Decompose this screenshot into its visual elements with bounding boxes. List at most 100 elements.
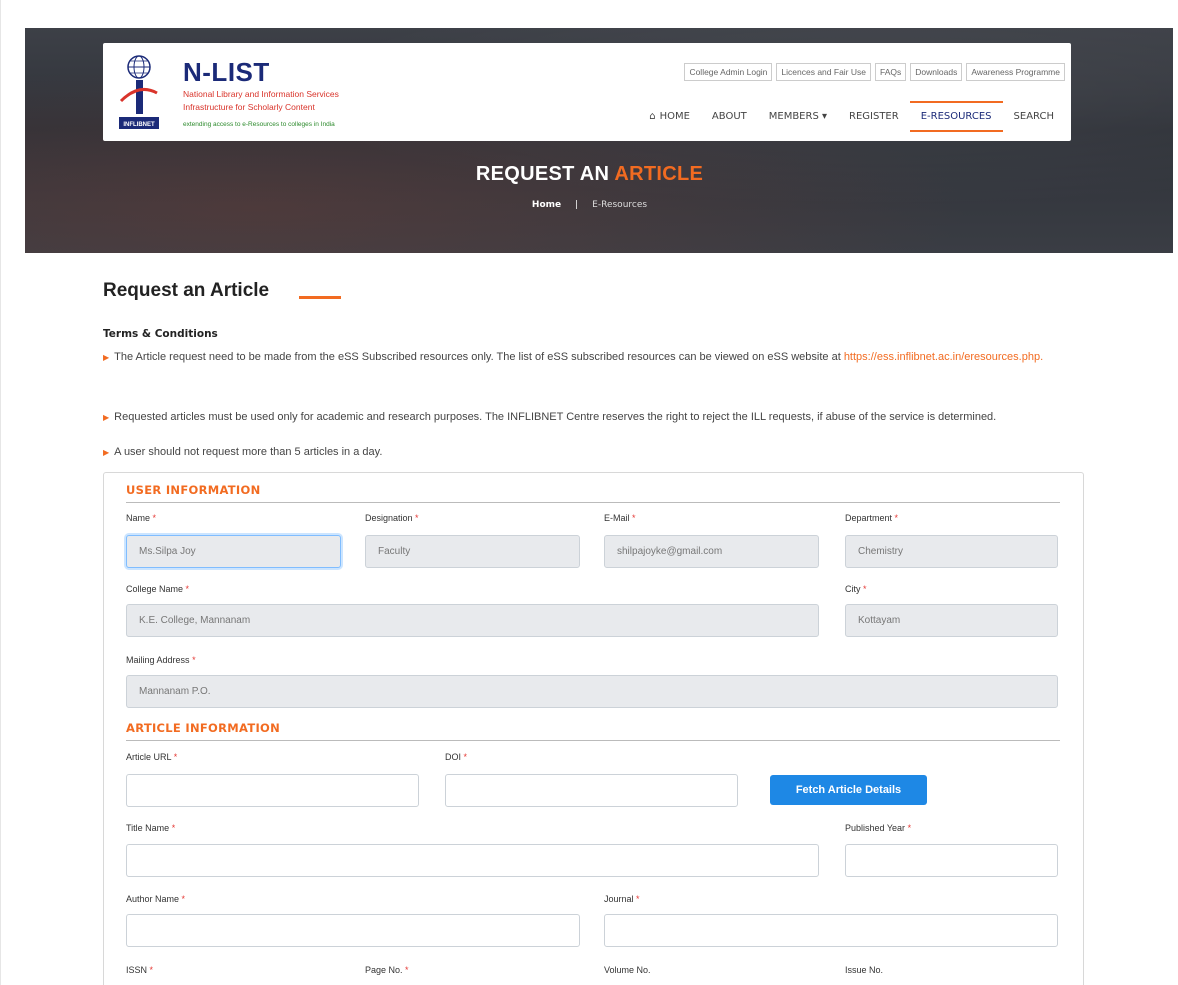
top-links: College Admin Login Licences and Fair Us… <box>684 63 1065 81</box>
section-divider <box>126 740 1060 741</box>
author-label-text: Author Name <box>126 894 180 904</box>
doi-input[interactable] <box>445 774 738 807</box>
required-mark: * <box>181 894 186 904</box>
term-text: Requested articles must be used only for… <box>114 411 997 423</box>
logo-title[interactable]: N-LIST <box>183 57 270 88</box>
designation-label: Designation * <box>365 513 419 523</box>
term-text: The Article request need to be made from… <box>114 351 844 363</box>
logo-subtitle-1: National Library and Information Service… <box>183 89 339 99</box>
volume-label: Volume No. <box>604 965 651 975</box>
request-form: USER INFORMATION Name * Designation * E-… <box>103 472 1084 985</box>
hero-title: REQUEST AN ARTICLE <box>1 163 1178 186</box>
nav-search[interactable]: SEARCH <box>1003 103 1065 130</box>
name-field[interactable]: Ms.Silpa Joy <box>126 535 341 568</box>
awareness-programme-link[interactable]: Awareness Programme <box>966 63 1065 81</box>
required-mark: * <box>894 513 899 523</box>
article-url-input[interactable] <box>126 774 419 807</box>
site-header: INFLIBNET N-LIST National Library and In… <box>103 43 1071 141</box>
breadcrumb-home[interactable]: Home <box>532 200 561 210</box>
issn-label-text: ISSN <box>126 965 148 975</box>
main-nav: ⌂ HOME ABOUT MEMBERS ▾ REGISTER E-RESOURC… <box>638 101 1065 132</box>
year-label: Published Year * <box>845 823 911 833</box>
name-label-text: Name <box>126 513 151 523</box>
city-label-text: City <box>845 584 861 594</box>
title-label-text: Title Name <box>126 823 170 833</box>
nav-register[interactable]: REGISTER <box>838 103 910 130</box>
email-field[interactable]: shilpajoyke@gmail.com <box>604 535 819 568</box>
required-mark: * <box>415 513 419 523</box>
term-item: ▶ The Article request need to be made fro… <box>103 349 1087 366</box>
breadcrumb-current: E-Resources <box>592 200 648 210</box>
required-mark: * <box>632 513 636 523</box>
doi-label-text: DOI <box>445 752 462 762</box>
bullet-icon: ▶ <box>103 413 110 422</box>
published-year-input[interactable] <box>845 844 1058 877</box>
nav-about[interactable]: ABOUT <box>701 103 758 130</box>
terms-heading: Terms & Conditions <box>103 328 218 340</box>
term-text: A user should not request more than 5 ar… <box>114 446 383 458</box>
home-icon: ⌂ <box>649 111 656 122</box>
inflibnet-logo-icon[interactable]: INFLIBNET <box>117 53 161 133</box>
title-label: Title Name * <box>126 823 175 833</box>
college-field[interactable]: K.E. College, Mannanam <box>126 604 819 637</box>
designation-field[interactable]: Faculty <box>365 535 580 568</box>
licences-link[interactable]: Licences and Fair Use <box>776 63 871 81</box>
breadcrumb: Home | E-Resources <box>1 200 1178 210</box>
email-label: E-Mail * <box>604 513 636 523</box>
required-mark: * <box>149 965 154 975</box>
eresources-link[interactable]: https://ess.inflibnet.ac.in/eresources.p… <box>844 351 1043 363</box>
address-label: Mailing Address * <box>126 655 196 665</box>
bullet-icon: ▶ <box>103 353 110 362</box>
required-mark: * <box>171 823 176 833</box>
required-mark: * <box>152 513 157 523</box>
journal-label-text: Journal <box>604 894 634 904</box>
article-url-label-text: Article URL <box>126 752 172 762</box>
bullet-icon: ▶ <box>103 448 110 457</box>
title-input[interactable] <box>126 844 819 877</box>
designation-label-text: Designation <box>365 513 413 523</box>
downloads-link[interactable]: Downloads <box>910 63 963 81</box>
nav-home[interactable]: ⌂ HOME <box>638 103 701 130</box>
fetch-article-details-button[interactable]: Fetch Article Details <box>770 775 927 805</box>
author-input[interactable] <box>126 914 580 947</box>
address-label-text: Mailing Address <box>126 655 190 665</box>
faqs-link[interactable]: FAQs <box>875 63 907 81</box>
page-no-label: Page No. * <box>365 965 409 975</box>
name-label: Name * <box>126 513 156 523</box>
required-mark: * <box>463 752 468 762</box>
required-mark: * <box>185 584 190 594</box>
page-no-label-text: Page No. <box>365 965 403 975</box>
article-url-label: Article URL * <box>126 752 177 762</box>
issue-label: Issue No. <box>845 965 884 975</box>
issn-label: ISSN * <box>126 965 153 975</box>
page-title: Request an Article <box>103 280 270 301</box>
nav-members[interactable]: MEMBERS ▾ <box>758 103 838 130</box>
required-mark: * <box>863 584 867 594</box>
nav-eresources[interactable]: E-RESOURCES <box>909 101 1003 132</box>
title-underline <box>299 296 341 299</box>
email-label-text: E-Mail <box>604 513 630 523</box>
department-field[interactable]: Chemistry <box>845 535 1058 568</box>
college-label: College Name * <box>126 584 189 594</box>
department-label-text: Department <box>845 513 893 523</box>
required-mark: * <box>173 752 178 762</box>
article-info-heading: ARTICLE INFORMATION <box>126 721 281 735</box>
logo-badge: INFLIBNET <box>123 122 155 128</box>
address-field[interactable]: Mannanam P.O. <box>126 675 1058 708</box>
year-label-text: Published Year <box>845 823 906 833</box>
logo-subtitle-2: Infrastructure for Scholarly Content <box>183 102 315 112</box>
required-mark: * <box>192 655 196 665</box>
required-mark: * <box>636 894 640 904</box>
college-label-text: College Name <box>126 584 184 594</box>
term-item: ▶ Requested articles must be used only fo… <box>103 409 1087 426</box>
city-field[interactable]: Kottayam <box>845 604 1058 637</box>
college-admin-login-link[interactable]: College Admin Login <box>684 63 773 81</box>
required-mark: * <box>907 823 912 833</box>
term-item: ▶ A user should not request more than 5 a… <box>103 444 1087 461</box>
user-info-heading: USER INFORMATION <box>126 483 261 497</box>
nav-home-label: HOME <box>659 111 690 122</box>
hero-title-orange: ARTICLE <box>614 163 704 185</box>
journal-input[interactable] <box>604 914 1058 947</box>
page-frame: INFLIBNET N-LIST National Library and In… <box>0 0 1178 985</box>
doi-label: DOI * <box>445 752 467 762</box>
